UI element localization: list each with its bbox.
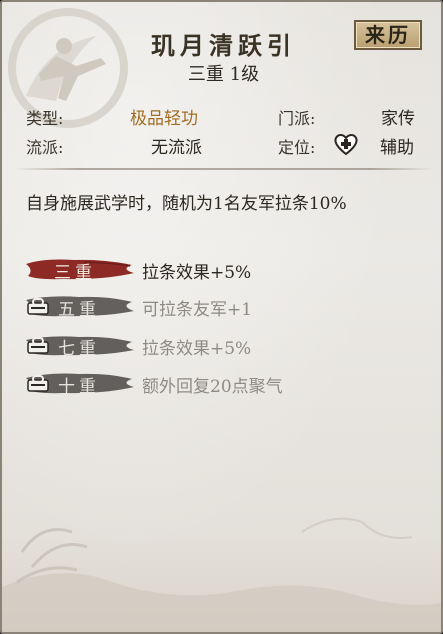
tier-row: 三重 拉条效果+5% (24, 255, 424, 285)
lock-icon (27, 337, 49, 354)
tier-effect: 拉条效果+5% (142, 339, 252, 359)
tier-effect: 拉条效果+5% (142, 263, 252, 283)
type-label: 类型: (26, 109, 64, 128)
tier-label: 五重 (58, 300, 100, 320)
type-value: 极品轻功 (130, 109, 198, 129)
tier-row: 七重 拉条效果+5% (24, 331, 424, 361)
ink-landscape-decoration (2, 517, 441, 632)
tier-row: 五重 可拉条友军+1 (24, 292, 424, 322)
lock-icon (27, 298, 49, 315)
tier-label: 三重 (54, 263, 96, 283)
skill-level: 三重 1级 (187, 64, 260, 85)
sect-value: 家传 (381, 109, 415, 129)
tier-effect: 额外回复20点聚气 (142, 377, 283, 397)
origin-button[interactable]: 来历 (354, 20, 422, 50)
school-value: 无流派 (151, 138, 202, 158)
skill-description: 自身施展武学时，随机为1名友军拉条10% (26, 194, 347, 214)
tier-effect: 可拉条友军+1 (142, 300, 253, 320)
tier-row: 十重 额外回复20点聚气 (24, 369, 424, 399)
skill-detail-card: 玑月清跃引 来历 三重 1级 类型: 极品轻功 门派: 家传 流派: 无流派 定… (0, 0, 443, 634)
heart-plus-icon (334, 134, 358, 156)
role-label: 定位: (278, 138, 316, 157)
school-label: 流派: (26, 138, 64, 157)
sect-label: 门派: (278, 109, 316, 128)
section-divider (14, 168, 434, 170)
lock-icon (27, 375, 49, 392)
tier-label: 七重 (58, 339, 100, 359)
role-value: 辅助 (380, 138, 414, 158)
tier-label: 十重 (58, 377, 100, 397)
